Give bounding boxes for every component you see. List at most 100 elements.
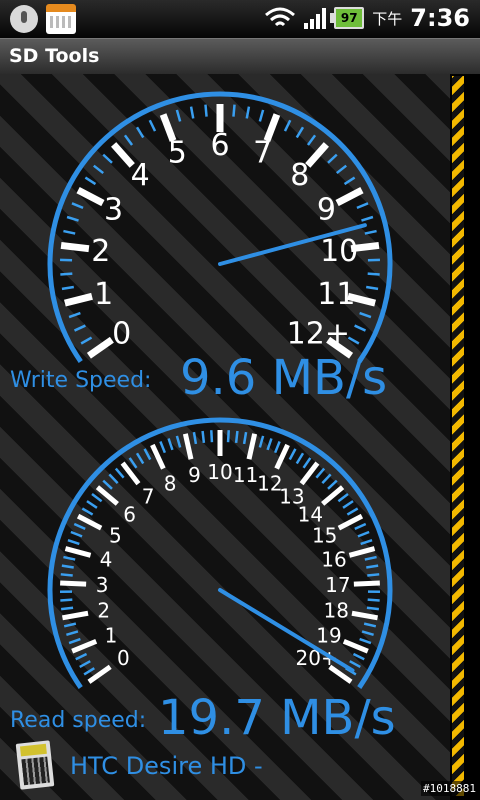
- gauge-minor-tick: [135, 126, 145, 139]
- gauge-minor-tick: [364, 555, 377, 561]
- gauge-scale-label: 2: [97, 599, 110, 623]
- gauge-scale-label: 3: [96, 573, 109, 597]
- gauge-scale-label: 11: [233, 463, 258, 487]
- gauge-scale-label: 5: [168, 136, 187, 171]
- gauge-scale-label: 5: [109, 524, 122, 548]
- gauge-minor-tick: [327, 479, 338, 490]
- gauge-major-tick: [64, 546, 92, 558]
- gauge-minor-tick: [356, 202, 369, 210]
- gauge-minor-tick: [321, 473, 332, 484]
- gauge-minor-tick: [266, 438, 273, 451]
- gauge-minor-tick: [61, 564, 74, 569]
- gauge-minor-tick: [234, 430, 239, 444]
- gauge-minor-tick: [67, 539, 80, 546]
- gauge-minor-tick: [210, 430, 214, 443]
- gauge-minor-tick: [192, 431, 198, 445]
- gauge-minor-tick: [359, 637, 372, 645]
- read-speed-gauge: 012345678 9 10 11121314151617181920+: [47, 417, 393, 689]
- gauge-scale-label: 15: [312, 524, 337, 548]
- gauge-minor-tick: [337, 492, 349, 503]
- gauge-minor-tick: [66, 215, 79, 222]
- gauge-scale-label: 10: [207, 460, 232, 484]
- gauge-minor-tick: [283, 119, 292, 132]
- gauge-major-tick: [182, 433, 194, 460]
- gauge-major-tick: [335, 187, 364, 207]
- gauge-minor-tick: [366, 285, 379, 291]
- gauge-minor-tick: [352, 652, 365, 661]
- gauge-major-tick: [111, 142, 135, 168]
- gauge-scale-label: 18: [323, 599, 348, 623]
- gauge-scale-label: 7: [142, 485, 155, 509]
- gauge-minor-tick: [242, 431, 248, 445]
- write-speed-gauge: 0 1 2 345 6 789 10 11 12+: [47, 91, 393, 363]
- gauge-minor-tick: [70, 530, 83, 538]
- gauge-minor-tick: [91, 492, 103, 503]
- gauge-scale-label: 1: [105, 623, 118, 647]
- gauge-minor-tick: [366, 564, 379, 569]
- gauge-minor-tick: [343, 176, 356, 186]
- gauge-minor-tick: [347, 336, 360, 345]
- read-speed-label: Read speed:: [10, 708, 147, 733]
- gauge-minor-tick: [83, 667, 95, 676]
- gauge-minor-tick: [349, 660, 361, 669]
- gauge-minor-tick: [295, 452, 305, 465]
- gauge-scale-label: 9: [317, 192, 336, 227]
- gauge-minor-tick: [128, 457, 138, 469]
- gauge-minor-tick: [354, 522, 367, 531]
- gauge-scale-label: 6: [210, 128, 229, 163]
- gauge-scale-label: 0: [112, 317, 131, 352]
- gauge-major-tick: [61, 610, 89, 621]
- gauge-minor-tick: [68, 637, 81, 645]
- gauge-minor-tick: [342, 500, 354, 509]
- gauge-minor-tick: [63, 555, 76, 561]
- gauge-minor-tick: [175, 435, 182, 448]
- gauge-minor-tick: [175, 109, 182, 122]
- gauge-minor-tick: [306, 134, 317, 146]
- watermark: #1018881: [421, 781, 478, 796]
- gauge-major-tick: [71, 638, 98, 654]
- gauge-minor-tick: [84, 176, 97, 186]
- gauge-minor-tick: [295, 126, 305, 139]
- gauge-minor-tick: [346, 507, 359, 516]
- gauge-minor-tick: [364, 229, 377, 235]
- gauge-scale-label: 0: [117, 646, 130, 670]
- device-name: HTC Desire HD -: [70, 752, 263, 780]
- gauge-minor-tick: [302, 457, 312, 469]
- write-speed-value: 9.6 MB/s: [180, 350, 388, 406]
- gauge-minor-tick: [75, 652, 88, 661]
- gauge-minor-tick: [81, 507, 94, 516]
- gauge-major-tick: [353, 580, 380, 587]
- gauge-minor-tick: [367, 573, 380, 577]
- gauge-major-tick: [60, 580, 87, 587]
- gauge-minor-tick: [61, 606, 74, 611]
- gauge-scale-label: 3: [104, 192, 123, 227]
- gauge-major-tick: [274, 443, 290, 470]
- gauge-major-tick: [246, 433, 258, 460]
- write-speed-label: Write Speed:: [10, 368, 152, 393]
- gauge-scale-label: 4: [131, 158, 150, 193]
- read-speed-value: 19.7 MB/s: [158, 690, 396, 746]
- gauge-minor-tick: [148, 119, 157, 132]
- gauge-minor-tick: [86, 500, 98, 509]
- gauge-major-tick: [348, 546, 376, 558]
- gauge-minor-tick: [66, 630, 79, 636]
- gauge-minor-tick: [204, 104, 208, 117]
- gauge-scale-label: 16: [321, 548, 346, 572]
- gauge-minor-tick: [61, 285, 74, 291]
- gauge-minor-tick: [366, 606, 379, 611]
- gauge-minor-tick: [143, 448, 152, 461]
- gauge-minor-tick: [63, 622, 77, 628]
- gauge-minor-tick: [114, 467, 125, 479]
- gauge-minor-tick: [335, 164, 347, 175]
- gauge-minor-tick: [361, 630, 374, 636]
- gauge-scale-label: 11: [317, 277, 355, 312]
- gauge-minor-tick: [60, 272, 73, 276]
- gauge-minor-tick: [60, 598, 73, 602]
- gauge-minor-tick: [63, 229, 76, 235]
- gauge-scale-label: 12+: [287, 317, 350, 352]
- gauge-major-tick: [305, 142, 329, 168]
- gauge-minor-tick: [361, 215, 374, 222]
- gauge-major-tick: [86, 336, 114, 359]
- gauge-minor-tick: [167, 438, 174, 451]
- gauge-minor-tick: [273, 441, 281, 454]
